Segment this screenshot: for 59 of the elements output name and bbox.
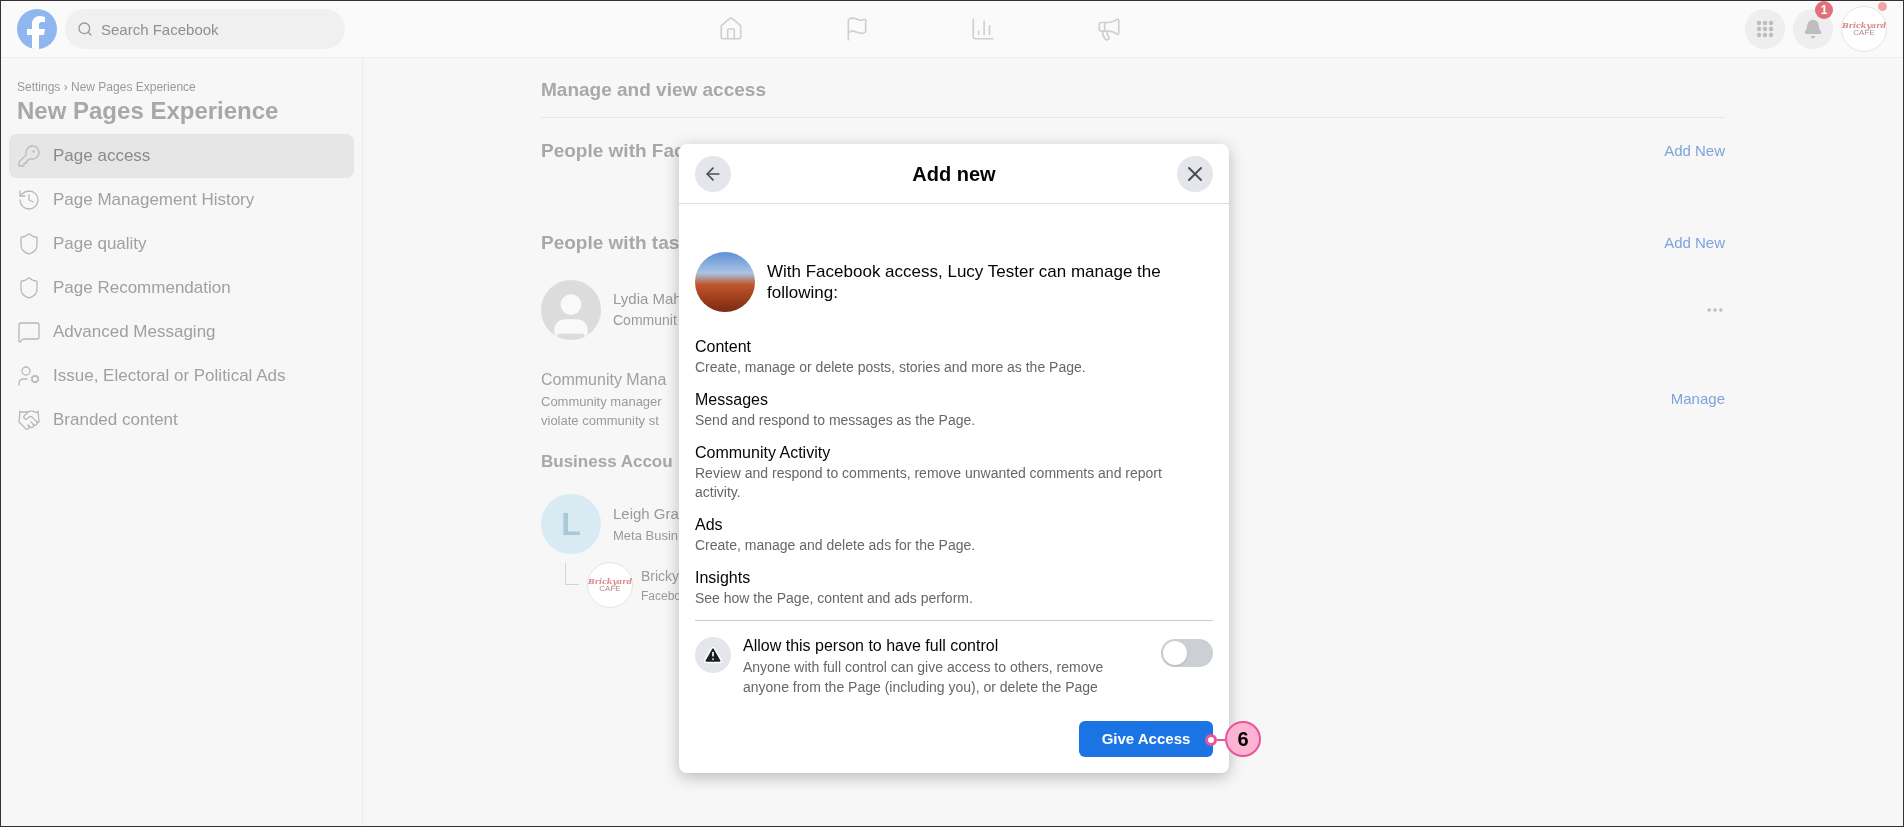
add-new-link[interactable]: Add New bbox=[1664, 232, 1725, 255]
callout-number: 6 bbox=[1225, 721, 1261, 757]
bar-chart-icon[interactable] bbox=[970, 16, 996, 42]
permission-title: Messages bbox=[695, 390, 769, 410]
dialog-title: Add new bbox=[912, 161, 996, 187]
full-control-toggle[interactable] bbox=[1161, 639, 1213, 667]
description-text: Community manager bbox=[541, 392, 663, 411]
logo-text: Brickyard bbox=[587, 577, 633, 585]
menu-button[interactable] bbox=[1745, 9, 1785, 49]
section-title: Business Accou bbox=[541, 450, 673, 473]
full-control-title: Allow this person to have full control bbox=[743, 636, 1000, 656]
permission-title: Insights bbox=[695, 568, 752, 588]
grid-dots-icon bbox=[1756, 20, 1774, 38]
permission-description: See how the Page, content and ads perform. bbox=[695, 589, 974, 608]
shield-icon bbox=[17, 276, 41, 300]
back-button[interactable] bbox=[695, 155, 731, 192]
shield-icon bbox=[17, 232, 41, 256]
add-new-link[interactable]: Add New bbox=[1664, 140, 1725, 163]
notification-badge: 1 bbox=[1815, 1, 1833, 19]
speech-bubble-icon bbox=[17, 320, 41, 344]
permission-title: Content bbox=[695, 337, 753, 357]
breadcrumb: Settings › New Pages Experience bbox=[16, 79, 197, 96]
description-text: violate community st bbox=[541, 412, 660, 430]
manage-link[interactable]: Manage bbox=[1670, 387, 1725, 411]
tree-connector bbox=[565, 563, 579, 585]
sidebar-item[interactable]: Page access bbox=[9, 134, 354, 178]
page-name: Bricky bbox=[641, 566, 681, 586]
warning-icon bbox=[695, 637, 731, 673]
person-role: Meta Busin bbox=[613, 526, 679, 545]
section-title: Community Mana bbox=[541, 369, 667, 390]
give-access-button[interactable]: Give Access bbox=[1079, 721, 1213, 757]
permission-description: Create, manage or delete posts, stories and more as the Page. bbox=[695, 358, 1087, 377]
home-icon[interactable] bbox=[718, 16, 744, 42]
intro-text: With Facebook access, Lucy Tester can manage the following: bbox=[767, 261, 1162, 303]
permission-title: Community Activity bbox=[695, 443, 832, 463]
logo-text: CAFE bbox=[1853, 29, 1875, 37]
person-name: Leigh Gra bbox=[613, 504, 679, 524]
logo-text: CAFE bbox=[599, 585, 621, 593]
handshake-icon bbox=[17, 408, 41, 432]
permission-description: Create, manage and delete ads for the Page. bbox=[695, 536, 977, 555]
full-control-description: Anyone with full control can give access to others, remove anyone from the Page (including you), or delete the Page bbox=[743, 658, 1105, 697]
section-heading: Manage and view access bbox=[541, 76, 1725, 118]
section-title: People with tas bbox=[541, 231, 680, 256]
close-button[interactable] bbox=[1177, 155, 1213, 192]
history-icon bbox=[17, 188, 41, 212]
permission-description: Review and respond to comments, remove unwanted comments and report activity. bbox=[695, 464, 1163, 502]
user-gear-icon bbox=[17, 364, 41, 388]
person-role: Communit bbox=[613, 311, 678, 331]
search-field[interactable]: Search Facebook bbox=[65, 9, 345, 49]
bell-icon bbox=[1803, 19, 1823, 39]
page-role: Facebo bbox=[641, 587, 682, 605]
logo-text: Brickyard bbox=[1841, 21, 1887, 29]
profile-photo-placeholder bbox=[695, 252, 755, 312]
permission-description: Send and respond to messages as the Page. bbox=[695, 411, 977, 430]
megaphone-icon[interactable] bbox=[1096, 16, 1122, 42]
facebook-logo-icon[interactable] bbox=[17, 9, 57, 49]
key-icon bbox=[17, 144, 41, 168]
permission-title: Ads bbox=[695, 515, 724, 535]
sidebar-title: New Pages Experience bbox=[16, 96, 280, 126]
